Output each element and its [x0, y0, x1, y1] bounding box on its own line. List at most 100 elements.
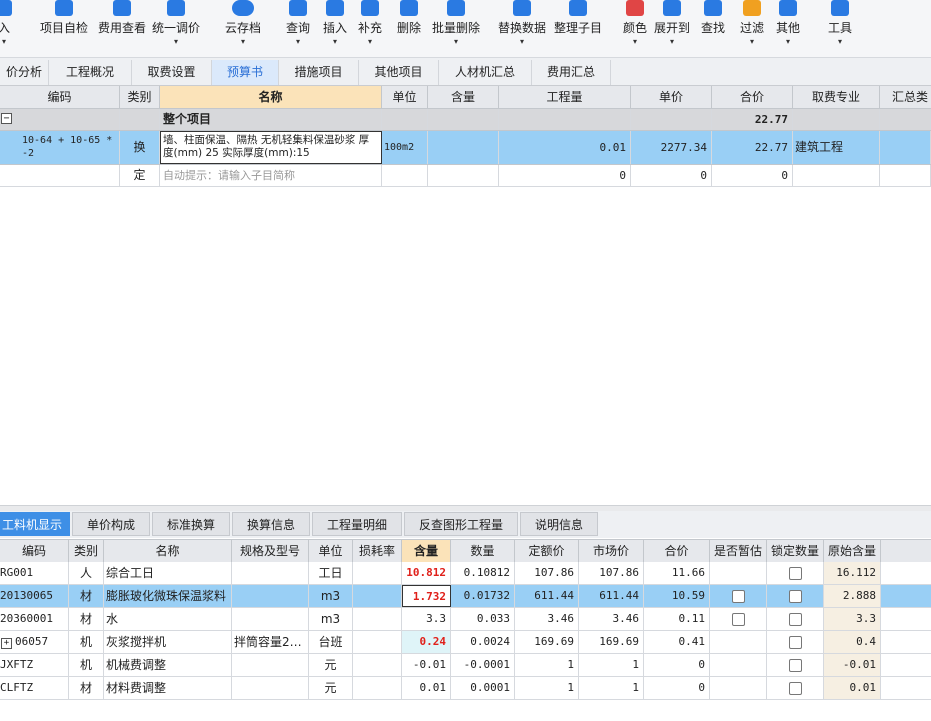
cell-code[interactable]: RG001 — [0, 562, 69, 584]
import-button[interactable]: 入 ▾ — [0, 0, 16, 57]
mcol-estimate[interactable]: 是否暂估 — [710, 540, 767, 562]
cell-type[interactable]: 人 — [69, 562, 104, 584]
cell-spec[interactable] — [232, 608, 309, 630]
lock-checkbox[interactable] — [789, 567, 802, 580]
cell-total[interactable]: 0 — [644, 654, 710, 676]
new-row-type[interactable]: 定 — [120, 165, 160, 186]
cell-amount[interactable]: -0.0001 — [451, 654, 515, 676]
cell-market[interactable]: 1 — [579, 654, 644, 676]
cell-fixed[interactable]: 107.86 — [515, 562, 579, 584]
cell-unit[interactable]: 台班 — [309, 631, 353, 653]
tab-price-analysis[interactable]: 价分析 — [0, 60, 49, 85]
cell-fixed[interactable]: 3.46 — [515, 608, 579, 630]
cell-content[interactable]: 1.732 — [402, 585, 451, 607]
cell-unit[interactable]: 工日 — [309, 562, 353, 584]
supplement-button[interactable]: 补充 ▾ — [355, 0, 385, 57]
cell-content[interactable]: 0.24 — [402, 631, 451, 653]
item-quantity[interactable]: 0.01 — [499, 131, 631, 164]
col-name[interactable]: 名称 — [160, 86, 382, 108]
table-row[interactable]: JXFTZ 机机械费调整 元 -0.01 -0.0001 1 1 0 -0.01 — [0, 654, 931, 677]
cell-content[interactable]: 0.01 — [402, 677, 451, 699]
table-row[interactable]: 20360001 材水 m3 3.3 0.033 3.46 3.46 0.11 3.3 — [0, 608, 931, 631]
query-button[interactable]: 查询 ▾ — [283, 0, 313, 57]
cell-name[interactable]: 水 — [104, 608, 232, 630]
col-type[interactable]: 类别 — [120, 86, 160, 108]
lock-checkbox[interactable] — [789, 659, 802, 672]
cell-fixed[interactable]: 1 — [515, 677, 579, 699]
cell-content[interactable]: 3.3 — [402, 608, 451, 630]
table-row-item[interactable]: 10-64 + 10-65 * -2 换 墙、柱面保温、隔热 无机轻集料保温砂浆… — [0, 131, 931, 165]
cell-content[interactable]: -0.01 — [402, 654, 451, 676]
col-unit[interactable]: 单位 — [382, 86, 428, 108]
table-row-root[interactable]: − 整个项目 22.77 — [0, 109, 931, 131]
new-row-price[interactable]: 0 — [631, 165, 712, 186]
col-total[interactable]: 合价 — [712, 86, 793, 108]
cell-total[interactable]: 0.11 — [644, 608, 710, 630]
tab-quantity-detail[interactable]: 工程量明细 — [312, 512, 402, 536]
item-unit[interactable]: 100m2 — [382, 131, 428, 164]
mcol-unit[interactable]: 单位 — [309, 540, 353, 562]
cell-spec[interactable] — [232, 677, 309, 699]
replace-data-button[interactable]: 替换数据 ▾ — [496, 0, 548, 57]
estimate-checkbox[interactable] — [732, 613, 745, 626]
tab-standard-conversion[interactable]: 标准换算 — [152, 512, 230, 536]
cell-fixed[interactable]: 169.69 — [515, 631, 579, 653]
mcol-orig-content[interactable]: 原始含量 — [824, 540, 881, 562]
mcol-name[interactable]: 名称 — [104, 540, 232, 562]
insert-button[interactable]: 插入 ▾ — [320, 0, 350, 57]
cell-orig[interactable]: 3.3 — [824, 608, 881, 630]
tab-resource-display[interactable]: 工料机显示 — [0, 512, 70, 536]
cell-orig[interactable]: -0.01 — [824, 654, 881, 676]
col-quantity[interactable]: 工程量 — [499, 86, 631, 108]
lock-checkbox[interactable] — [789, 636, 802, 649]
cell-type[interactable]: 材 — [69, 585, 104, 607]
cell-loss[interactable] — [353, 654, 402, 676]
cell-spec[interactable] — [232, 585, 309, 607]
cell-content[interactable]: 10.812 — [402, 562, 451, 584]
mcol-content[interactable]: 含量 — [402, 540, 451, 562]
other-button[interactable]: 其他 ▾ — [773, 0, 803, 57]
tab-measures[interactable]: 措施项目 — [279, 60, 359, 85]
mcol-amount[interactable]: 数量 — [451, 540, 515, 562]
tab-description[interactable]: 说明信息 — [520, 512, 598, 536]
new-row-hint[interactable]: 自动提示：请输入子目简称 — [160, 165, 382, 186]
cell-amount[interactable]: 0.0024 — [451, 631, 515, 653]
cell-name[interactable]: 材料费调整 — [104, 677, 232, 699]
new-row-quantity[interactable]: 0 — [499, 165, 631, 186]
cloud-save-button[interactable]: 云存档 ▾ — [222, 0, 264, 57]
filter-button[interactable]: 过滤 ▾ — [737, 0, 767, 57]
cell-amount[interactable]: 0.0001 — [451, 677, 515, 699]
delete-button[interactable]: 删除 — [394, 0, 424, 57]
cell-name[interactable]: 膨胀玻化微珠保温浆料 — [104, 585, 232, 607]
batch-delete-button[interactable]: 批量删除 ▾ — [430, 0, 482, 57]
cell-unit[interactable]: m3 — [309, 585, 353, 607]
cell-unit[interactable]: 元 — [309, 654, 353, 676]
expand-to-button[interactable]: 展开到 ▾ — [652, 0, 692, 57]
root-total[interactable]: 22.77 — [712, 109, 793, 130]
table-row[interactable]: +06057 机灰浆搅拌机 拌筒容量2… 台班 0.24 0.0024 169.69 169.… — [0, 631, 931, 654]
mcol-code[interactable]: 编码 — [0, 540, 69, 562]
collapse-toggle-icon[interactable]: − — [1, 113, 12, 124]
cell-code[interactable]: +06057 — [0, 631, 69, 653]
cell-unit[interactable]: 元 — [309, 677, 353, 699]
cell-market[interactable]: 107.86 — [579, 562, 644, 584]
cell-market[interactable]: 3.46 — [579, 608, 644, 630]
table-row[interactable]: CLFTZ 材材料费调整 元 0.01 0.0001 1 1 0 0.01 — [0, 677, 931, 700]
item-type[interactable]: 换 — [120, 131, 160, 164]
col-unit-price[interactable]: 单价 — [631, 86, 712, 108]
cell-market[interactable]: 169.69 — [579, 631, 644, 653]
mcol-total[interactable]: 合价 — [644, 540, 710, 562]
cell-code[interactable]: CLFTZ — [0, 677, 69, 699]
estimate-checkbox[interactable] — [732, 590, 745, 603]
item-total[interactable]: 22.77 — [712, 131, 793, 164]
cell-market[interactable]: 1 — [579, 677, 644, 699]
new-row-total[interactable]: 0 — [712, 165, 793, 186]
find-button[interactable]: 查找 — [698, 0, 728, 57]
cell-orig[interactable]: 0.01 — [824, 677, 881, 699]
cell-loss[interactable] — [353, 562, 402, 584]
cell-total[interactable]: 11.66 — [644, 562, 710, 584]
item-code[interactable]: 10-64 + 10-65 * -2 — [0, 131, 120, 164]
mcol-lock[interactable]: 锁定数量 — [767, 540, 824, 562]
cost-view-button[interactable]: 费用查看 — [96, 0, 148, 57]
expand-toggle-icon[interactable]: + — [1, 638, 12, 649]
